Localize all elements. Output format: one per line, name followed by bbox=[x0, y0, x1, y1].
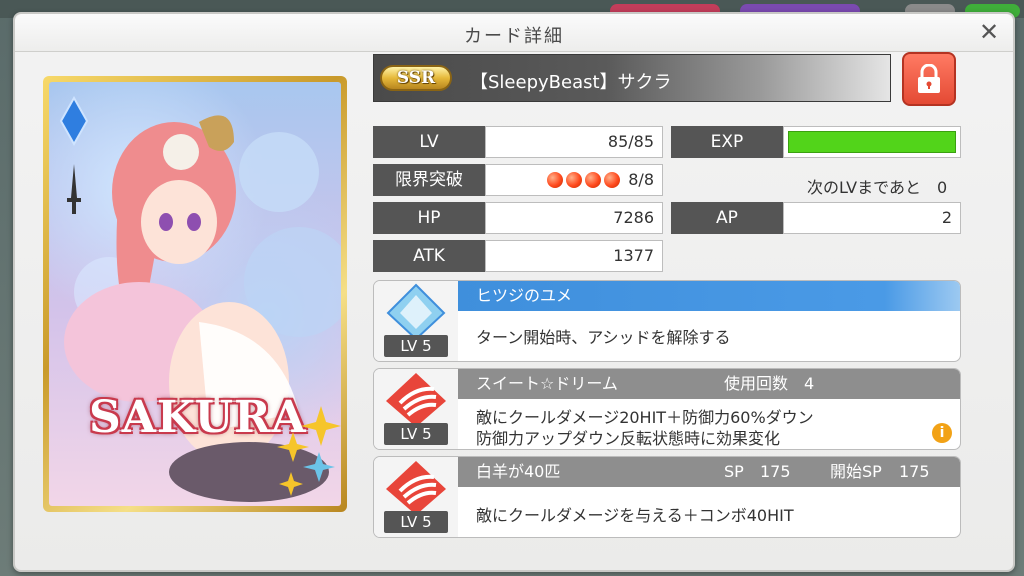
skill-level: LV 5 bbox=[384, 511, 448, 533]
stat-label: AP bbox=[671, 202, 783, 234]
skill-name: ヒツジのユメ bbox=[458, 281, 960, 311]
stat-hp: HP 7286 bbox=[373, 202, 663, 234]
skill-uses-label: 使用回数 bbox=[724, 374, 789, 393]
next-level-remaining: 次のLVまであと 0 bbox=[807, 178, 948, 197]
stat-ap: AP 2 bbox=[671, 202, 961, 234]
stat-lv: LV 85/85 bbox=[373, 126, 663, 158]
skill-icon-box: LV 5 bbox=[374, 369, 458, 449]
lock-icon bbox=[918, 64, 940, 93]
skill-description-line2: 防御力アップダウン反転状態時に効果変化 bbox=[476, 429, 781, 448]
stat-label: LV bbox=[373, 126, 485, 158]
limit-break-orb bbox=[585, 172, 602, 188]
skill-description: ターン開始時、アシッドを解除する bbox=[476, 328, 731, 347]
skill-icon-box: LV 5 bbox=[374, 281, 458, 361]
info-icon[interactable]: i bbox=[932, 423, 952, 443]
skill-panel-ability[interactable]: LV 5 ヒツジのユメ ターン開始時、アシッドを解除する bbox=[373, 280, 961, 362]
stat-label: 限界突破 bbox=[373, 164, 485, 196]
stat-limit-break: 限界突破 8/8 bbox=[373, 164, 663, 196]
skill-uses-value: 4 bbox=[804, 374, 815, 393]
skill-name: スイート☆ドリーム bbox=[458, 369, 960, 399]
skill-level: LV 5 bbox=[384, 423, 448, 445]
stat-value: 1377 bbox=[485, 240, 663, 272]
rarity-stars-icon bbox=[277, 406, 341, 496]
stat-label: ATK bbox=[373, 240, 485, 272]
skill-panel-passive[interactable]: LV 5 白羊が40匹 SP 175 開始SP 175 敵にクールダメージを与え… bbox=[373, 456, 961, 538]
stat-value: 2 bbox=[783, 202, 961, 234]
stat-exp: EXP bbox=[671, 126, 961, 158]
dialog-header: カード詳細 ✕ bbox=[15, 14, 1013, 52]
dialog-title: カード詳細 bbox=[464, 26, 564, 47]
limit-orbs bbox=[547, 170, 628, 189]
card-art-frame: SAKURA bbox=[49, 82, 341, 506]
card-name-bar: SSR 【SleepyBeast】サクラ bbox=[373, 54, 891, 102]
stat-label: HP bbox=[373, 202, 485, 234]
skill-description: 敵にクールダメージを与える＋コンボ40HIT bbox=[476, 506, 794, 525]
sword-icon bbox=[67, 164, 81, 214]
stat-label: EXP bbox=[671, 126, 783, 158]
element-gem-icon bbox=[59, 96, 89, 146]
skill-sp-value: 175 bbox=[760, 462, 791, 481]
limit-break-orb bbox=[604, 172, 621, 188]
limit-break-orb bbox=[547, 172, 564, 188]
skill-start-sp-value: 175 bbox=[899, 462, 930, 481]
card-title: 【SleepyBeast】サクラ bbox=[470, 72, 672, 93]
exp-bar bbox=[783, 126, 961, 158]
exp-bar-fill bbox=[788, 131, 956, 153]
claw-skill-icon bbox=[386, 461, 446, 515]
rarity-badge: SSR bbox=[380, 65, 452, 91]
stat-value: 8/8 bbox=[485, 164, 663, 196]
skill-level: LV 5 bbox=[384, 335, 448, 357]
limit-break-orb bbox=[566, 172, 583, 188]
card-illustration: SAKURA bbox=[43, 76, 347, 512]
stat-value: 85/85 bbox=[485, 126, 663, 158]
skill-description: 敵にクールダメージ20HIT＋防御力60%ダウン bbox=[476, 408, 814, 427]
skill-sp-label: SP bbox=[724, 462, 744, 481]
lock-button[interactable] bbox=[902, 52, 956, 106]
skill-name: 白羊が40匹 bbox=[458, 457, 960, 487]
skill-panel-special[interactable]: LV 5 スイート☆ドリーム 使用回数 4 敵にクールダメージ20HIT＋防御力… bbox=[373, 368, 961, 450]
skill-icon-box: LV 5 bbox=[374, 457, 458, 537]
claw-skill-icon bbox=[386, 373, 446, 427]
stat-atk: ATK 1377 bbox=[373, 240, 663, 272]
stat-value: 7286 bbox=[485, 202, 663, 234]
skill-start-sp-label: 開始SP bbox=[830, 462, 882, 481]
limit-value: 8/8 bbox=[628, 170, 654, 189]
close-button[interactable]: ✕ bbox=[977, 20, 1001, 45]
diamond-skill-icon bbox=[386, 283, 446, 341]
